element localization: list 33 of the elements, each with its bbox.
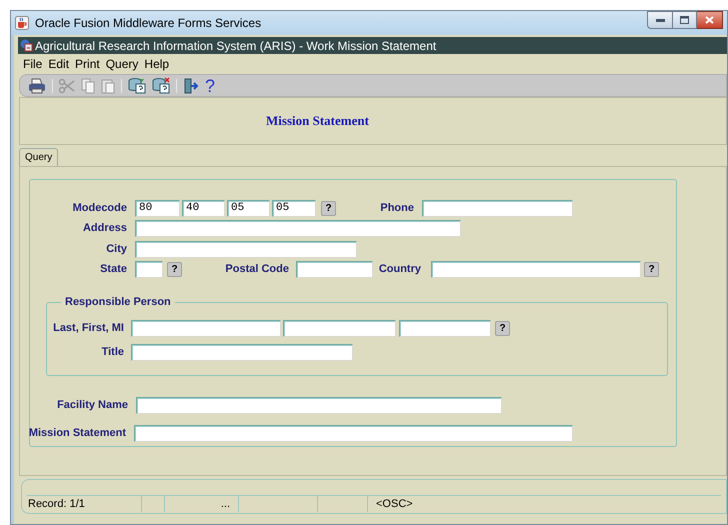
input-field[interactable]: 05 — [227, 200, 270, 217]
field-label: Last, First, MI — [52, 321, 124, 336]
field-label: Address — [82, 221, 127, 236]
group-legend: Responsible Person — [61, 295, 175, 309]
input-field[interactable]: 05 — [272, 200, 316, 217]
field-label: City — [105, 242, 127, 258]
window-title: Oracle Fusion Middleware Forms Services — [35, 15, 262, 32]
input-field[interactable]: 40 — [182, 200, 225, 217]
menu-item[interactable]: Help — [144, 55, 170, 73]
menu-item[interactable]: Query — [106, 55, 138, 73]
field-label: Postal Code — [224, 262, 289, 278]
status-mode: <OSC> — [367, 496, 413, 512]
tab[interactable]: Query — [19, 148, 58, 166]
form-heading: Mission Statement — [266, 112, 369, 130]
form-title: Agricultural Research Information System (ARIS) - Work Mission Statement — [35, 38, 436, 54]
input-field[interactable]: 80 — [135, 200, 180, 217]
menu-item[interactable]: Print — [75, 55, 100, 73]
status-ellipsis: ... — [164, 496, 238, 512]
field-label: Mission Statement — [28, 426, 126, 442]
list-of-values-button[interactable]: ? — [495, 321, 510, 336]
field-label: Title — [100, 345, 124, 360]
help-icon[interactable]: ? — [205, 76, 216, 94]
menu-item[interactable]: Edit — [48, 55, 70, 73]
field-label: State — [99, 262, 127, 278]
field-label: Country — [378, 262, 421, 278]
record-count: Record: 1/1 — [27, 496, 86, 512]
field-label: Facility Name — [56, 398, 128, 414]
list-of-values-button[interactable]: ? — [644, 262, 659, 277]
list-of-values-button[interactable]: ? — [321, 201, 336, 216]
menu-item[interactable]: File — [23, 55, 42, 73]
list-of-values-button[interactable]: ? — [167, 262, 182, 277]
field-label: Modecode — [72, 201, 127, 216]
field-label: Phone — [379, 201, 414, 216]
